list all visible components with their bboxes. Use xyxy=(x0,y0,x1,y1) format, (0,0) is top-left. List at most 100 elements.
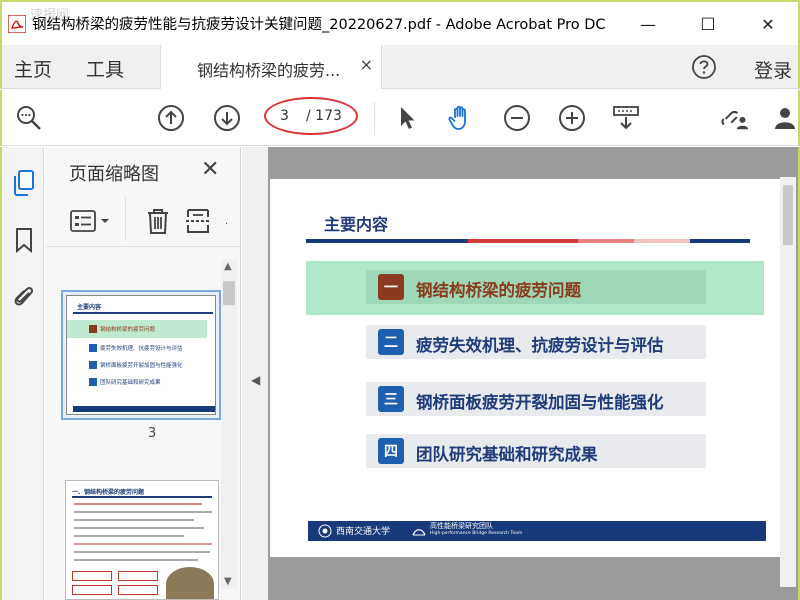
title-bar: 速报网 钢结构桥梁的疲劳性能与抗疲劳设计关键问题_20220627.pdf - … xyxy=(0,0,800,45)
thumb2-line-2 xyxy=(74,511,212,513)
maximize-icon: ☐ xyxy=(700,14,716,35)
window-title: 钢结构桥梁的疲劳性能与抗疲劳设计关键问题_20220627.pdf - Adob… xyxy=(32,17,606,33)
thumbnail-page-4[interactable]: 一、钢结构桥梁的疲劳问题 xyxy=(65,480,219,600)
thumbnail-options-icon[interactable] xyxy=(69,209,113,239)
document-tab-label: 钢结构桥梁的疲劳... xyxy=(197,61,341,80)
thumb1-item-1: 钢结构桥梁的疲劳问题 xyxy=(100,327,156,333)
heading-rule-navy-end xyxy=(690,239,750,243)
thumb2-line-1 xyxy=(74,503,202,505)
page-thumbnails-icon[interactable] xyxy=(11,169,37,197)
tab-tools[interactable]: 工具 xyxy=(86,55,124,82)
thumb1-item-3: 钢桥面板疲劳开裂加固与性能强化 xyxy=(100,363,183,369)
thumbnail-page-3[interactable]: 主要内容 钢结构桥梁的疲劳问题 疲劳失效机理、抗疲劳设计与评估 钢桥面板疲劳开裂… xyxy=(61,290,221,420)
thumb2-line-3 xyxy=(74,519,194,521)
heading-rule-light xyxy=(634,239,690,243)
scroll-up-arrow-icon[interactable]: ▲ xyxy=(224,261,232,272)
page-number-box[interactable]: 3 / 173 xyxy=(264,97,358,135)
thumbnail-tools: · xyxy=(45,197,241,247)
tab-row: 主页 工具 钢结构桥梁的疲劳... × 登录 xyxy=(0,45,800,89)
thumb2-photo xyxy=(166,567,214,599)
zoom-out-icon[interactable] xyxy=(502,103,532,133)
footer-team: 高性能桥梁研究团队 xyxy=(430,522,493,530)
share-link-icon[interactable] xyxy=(720,103,750,133)
thumb1-item-2: 疲劳失效机理、抗疲劳设计与评估 xyxy=(100,346,183,352)
thumbnail-scrollbar[interactable]: ▲ ▼ xyxy=(221,259,237,589)
thumb1-num-3 xyxy=(89,361,97,369)
panel-collapse-strip[interactable]: ◀ xyxy=(242,147,268,600)
help-icon[interactable] xyxy=(691,54,717,84)
thumb1-rule xyxy=(73,312,213,314)
thumb1-num-4 xyxy=(89,378,97,386)
close-tab-icon[interactable]: × xyxy=(360,55,373,74)
heading-rule-red xyxy=(468,239,578,243)
toolbar: 3 / 173 xyxy=(0,90,800,146)
next-page-icon[interactable] xyxy=(212,103,242,133)
select-cursor-icon[interactable] xyxy=(392,103,422,133)
pdf-page: 主要内容 一 钢结构桥梁的疲劳问题 二 疲劳失效机理、抗疲劳设计与评估 三 钢桥… xyxy=(270,179,782,557)
toc-text-2: 疲劳失效机理、抗疲劳设计与评估 xyxy=(416,336,664,355)
thumb2-rule xyxy=(72,496,212,498)
attachment-icon[interactable] xyxy=(11,283,37,311)
page-total: / 173 xyxy=(306,108,342,124)
slide-heading: 主要内容 xyxy=(324,215,389,234)
previous-page-icon[interactable] xyxy=(156,103,186,133)
extract-pages-icon[interactable] xyxy=(185,207,215,239)
bookmark-icon[interactable] xyxy=(11,226,37,254)
heading-rule-navy xyxy=(306,239,468,243)
thumb1-item-4: 团队研究基础和研究成果 xyxy=(100,380,161,386)
watermark: 速报网 xyxy=(30,8,70,23)
slide-footer: 西南交通大学 高性能桥梁研究团队 High-performance Bridge… xyxy=(308,521,766,541)
page-number-input[interactable]: 3 xyxy=(280,108,289,124)
thumb2-line-6 xyxy=(74,543,212,545)
thumb2-box-4 xyxy=(118,585,158,595)
collapse-panel-icon[interactable]: ◀ xyxy=(251,373,260,387)
thumb2-box-1 xyxy=(72,571,112,581)
delete-page-icon[interactable] xyxy=(145,207,171,239)
tab-home[interactable]: 主页 xyxy=(14,55,52,82)
thumb1-num-2 xyxy=(89,344,97,352)
footer-university: 西南交通大学 xyxy=(336,527,391,537)
scroll-down-arrow-icon[interactable]: ▼ xyxy=(224,576,232,587)
thumbnail-panel: 页面缩略图 ✕ · 主要内容 钢结构桥梁的疲劳问题 疲劳失效机理、抗疲劳设计与评… xyxy=(45,147,241,600)
thumb2-box-3 xyxy=(72,585,112,595)
toc-text-1: 钢结构桥梁的疲劳问题 xyxy=(416,281,581,300)
thumbnail-panel-title: 页面缩略图 xyxy=(69,164,159,185)
find-icon[interactable] xyxy=(14,103,44,133)
toc-num-1: 一 xyxy=(378,274,404,300)
add-user-icon[interactable] xyxy=(772,103,800,133)
thumb2-heading: 一、钢结构桥梁的疲劳问题 xyxy=(72,489,145,496)
thumb2-line-8 xyxy=(74,559,198,561)
hand-tool-icon[interactable] xyxy=(446,103,476,133)
maximize-button[interactable]: ☐ xyxy=(678,2,738,47)
thumb2-line-5 xyxy=(74,535,184,537)
acrobat-icon xyxy=(8,14,26,33)
minimize-button[interactable]: — xyxy=(618,2,678,47)
heading-rule-pink xyxy=(578,239,634,243)
page-display-icon[interactable] xyxy=(611,103,641,133)
zoom-in-icon[interactable] xyxy=(557,103,587,133)
scrollbar-thumb[interactable] xyxy=(223,281,235,305)
thumb2-box-2 xyxy=(118,571,158,581)
thumb1-footer xyxy=(73,406,215,412)
document-view: 主要内容 一 钢结构桥梁的疲劳问题 二 疲劳失效机理、抗疲劳设计与评估 三 钢桥… xyxy=(268,147,800,600)
thumb2-line-7 xyxy=(74,551,210,553)
toc-text-4: 团队研究基础和研究成果 xyxy=(416,445,598,464)
toc-text-3: 钢桥面板疲劳开裂加固与性能强化 xyxy=(416,393,664,412)
tools-divider xyxy=(125,197,126,241)
login-button[interactable]: 登录 xyxy=(754,56,792,83)
thumbnail-page-label: 3 xyxy=(148,426,157,441)
close-panel-icon[interactable]: ✕ xyxy=(201,157,219,182)
toolbar-divider xyxy=(374,102,375,134)
document-tab[interactable]: 钢结构桥梁的疲劳... × xyxy=(160,45,382,89)
university-logo-icon xyxy=(318,523,332,542)
team-logo-icon xyxy=(412,523,426,542)
more-tools-icon[interactable]: · xyxy=(225,219,228,230)
toc-num-3: 三 xyxy=(378,386,404,412)
close-window-button[interactable]: ✕ xyxy=(738,2,798,47)
document-scrollbar[interactable] xyxy=(780,177,796,587)
toc-num-2: 二 xyxy=(378,329,404,355)
thumb2-line-4 xyxy=(74,527,204,529)
document-scrollbar-thumb[interactable] xyxy=(783,185,793,245)
footer-team-en: High-performance Bridge Research Team xyxy=(430,531,523,536)
thumb1-heading: 主要内容 xyxy=(77,304,102,311)
